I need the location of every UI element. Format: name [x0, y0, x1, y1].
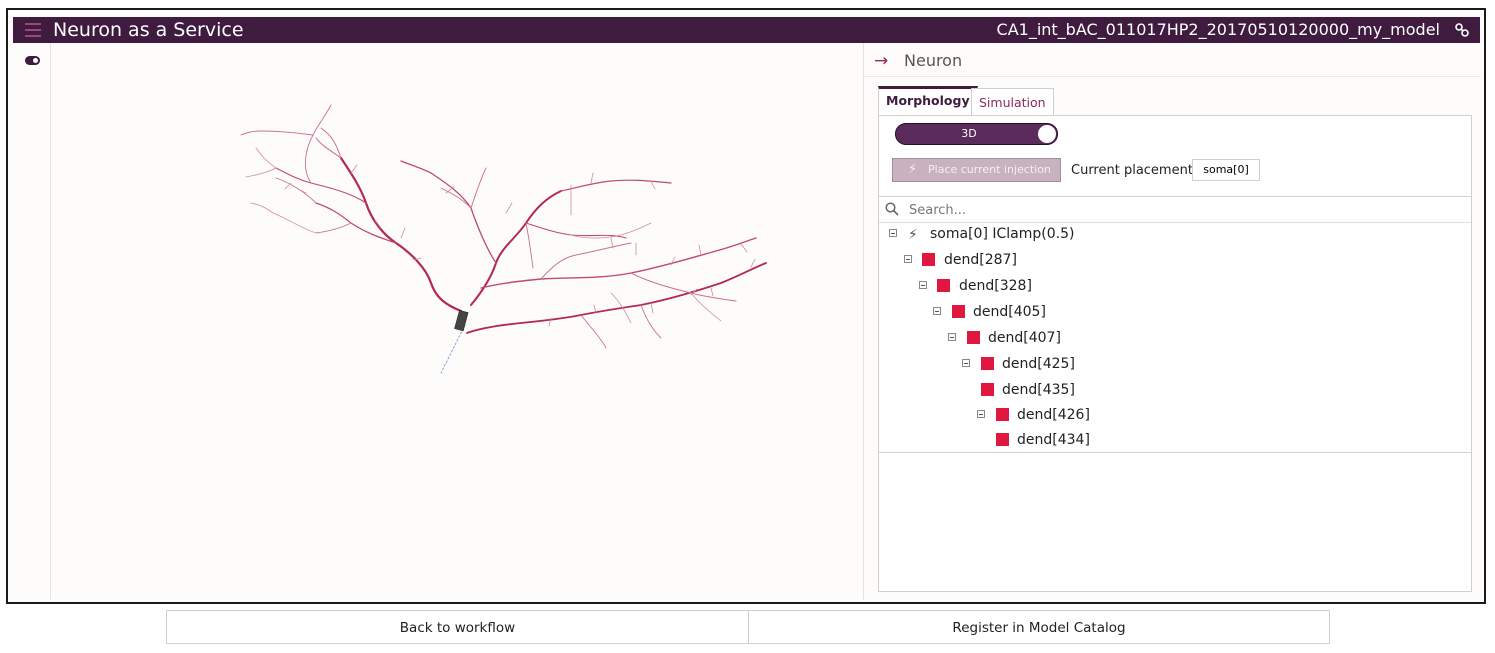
tree-node-label: dend[328]: [959, 278, 1032, 294]
current-placement-value[interactable]: soma[0]: [1192, 159, 1260, 181]
tree-node-label: dend[434]: [1017, 432, 1090, 448]
dendrite-branch: [304, 104, 332, 184]
dendrite-branch: [240, 130, 314, 136]
tab-simulation[interactable]: Simulation: [971, 88, 1054, 115]
top-bar: Neuron as a Service CA1_int_bAC_011017HP…: [13, 17, 1480, 43]
section-square-icon: [981, 383, 994, 396]
section-square-icon: [952, 305, 965, 318]
tree-node-label: dend[425]: [1002, 356, 1075, 372]
link-icon[interactable]: [1454, 22, 1470, 38]
left-rail: [13, 43, 51, 600]
collapse-icon[interactable]: [904, 255, 912, 263]
dendrite-branch: [250, 202, 317, 234]
soma-marker[interactable]: [454, 309, 469, 332]
collapse-icon[interactable]: [977, 410, 985, 418]
dendrite-branch: [540, 242, 632, 280]
section-square-icon: [967, 331, 980, 344]
dendrite-branch: [440, 167, 487, 209]
section-square-icon: [937, 279, 950, 292]
dendrite-branch: [275, 167, 367, 204]
section-square-icon: [996, 408, 1009, 421]
dendrite-branch: [525, 222, 627, 239]
view-mode-label: 3D: [961, 127, 977, 140]
search-icon: [885, 202, 899, 216]
toggle-knob: [1038, 125, 1056, 143]
axon-branch: [440, 324, 466, 374]
neuron-morphology-canvas[interactable]: [51, 43, 863, 600]
dendrite-branch: [315, 127, 342, 159]
side-panel: → Neuron Morphology Simulation 3D ⚡ Plac…: [863, 43, 1481, 600]
collapse-icon[interactable]: [962, 359, 970, 367]
tab-morphology[interactable]: Morphology: [878, 86, 978, 115]
dendrite-branch: [610, 292, 722, 324]
app-frame: Neuron as a Service CA1_int_bAC_011017HP…: [6, 8, 1486, 604]
dendrite-branch: [315, 202, 397, 244]
dendrite-trunk: [466, 262, 767, 334]
panel-header: → Neuron: [864, 43, 1481, 77]
menu-icon[interactable]: [25, 23, 41, 37]
toggle-icon[interactable]: [25, 56, 40, 65]
dendrite-branch: [560, 179, 672, 192]
dendrite-twigs: [284, 164, 756, 327]
morphology-tab-content: 3D ⚡ Place current injection Current pla…: [878, 115, 1472, 592]
collapse-icon[interactable]: [919, 281, 927, 289]
panel-title: Neuron: [904, 51, 963, 70]
collapse-icon[interactable]: [933, 307, 941, 315]
section-square-icon: [922, 253, 935, 266]
tree-node-label: dend[405]: [973, 304, 1046, 320]
collapse-arrow-icon[interactable]: →: [874, 51, 888, 71]
view-mode-toggle[interactable]: 3D: [895, 123, 1058, 145]
dendrite-branch: [525, 222, 534, 269]
morphology-viewer[interactable]: [51, 43, 863, 600]
collapse-icon[interactable]: [889, 229, 897, 237]
dendrite-branch: [245, 147, 277, 178]
app-title: Neuron as a Service: [53, 19, 244, 41]
tree-node-label: soma[0] IClamp(0.5): [930, 226, 1075, 242]
section-square-icon: [981, 357, 994, 370]
dendrite-branch: [630, 272, 737, 302]
place-current-injection-button[interactable]: ⚡ Place current injection: [892, 158, 1061, 182]
dendrite-branch: [580, 304, 662, 349]
tree-node-label: dend[435]: [1002, 382, 1075, 398]
tree-node-label: dend[287]: [944, 252, 1017, 268]
section-square-icon: [996, 433, 1009, 446]
dendrite-branch: [400, 160, 497, 264]
model-name: CA1_int_bAC_011017HP2_20170510120000_my_…: [996, 20, 1440, 39]
search-input[interactable]: [907, 199, 1451, 221]
collapse-icon[interactable]: [948, 333, 956, 341]
tree-node-label: dend[407]: [988, 330, 1061, 346]
register-model-catalog-button[interactable]: Register in Model Catalog: [748, 610, 1330, 644]
section-tree: ⚡ soma[0] IClamp(0.5) dend[287] dend[328…: [879, 196, 1471, 453]
bolt-icon: ⚡: [908, 162, 918, 177]
back-to-workflow-button[interactable]: Back to workflow: [166, 610, 749, 644]
tree-node-label: dend[426]: [1017, 407, 1090, 423]
place-current-injection-label: Place current injection: [928, 163, 1051, 176]
dendrite-trunk: [470, 190, 562, 306]
current-placement-label: Current placement:: [1071, 163, 1198, 178]
bolt-icon: ⚡: [908, 227, 918, 243]
search-row: [879, 197, 1471, 223]
